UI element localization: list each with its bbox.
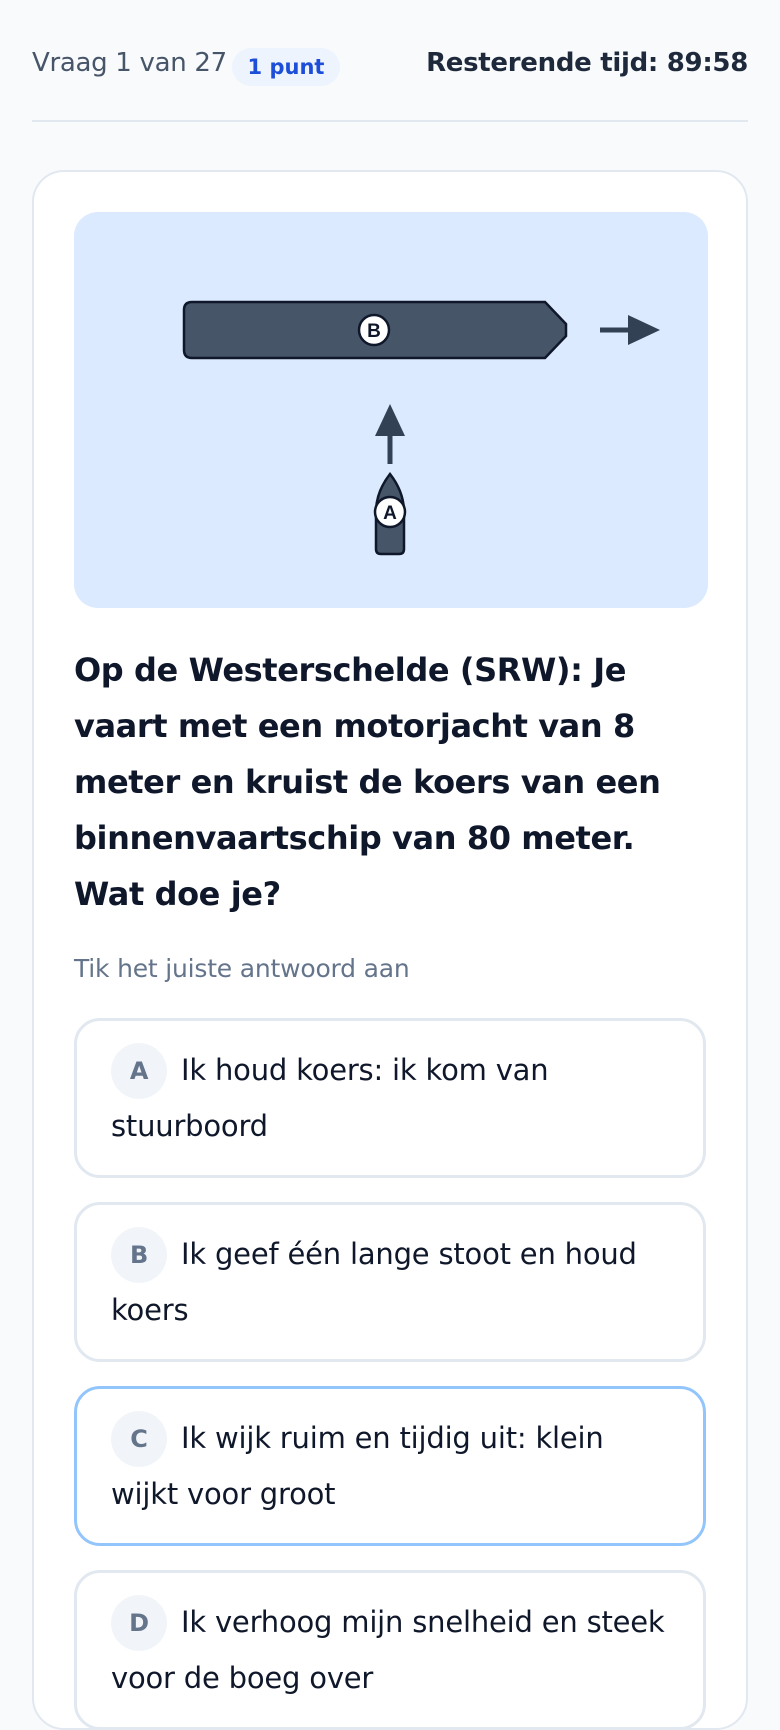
arrow-right-icon: [600, 315, 660, 345]
ship-a-label: A: [383, 503, 397, 524]
answer-hint: Tik het juiste antwoord aan: [74, 954, 410, 983]
answer-option-b[interactable]: B Ik geef één lange stoot en houd koers: [74, 1202, 706, 1362]
answer-option-c[interactable]: C Ik wijk ruim en tijdig uit: klein wijkt…: [74, 1386, 706, 1546]
option-letter: B: [111, 1227, 167, 1283]
question-text: Op de Westerschelde (SRW): Je vaart met …: [74, 651, 661, 913]
option-text: Ik houd koers: ik kom van stuurboord: [111, 1053, 549, 1143]
option-text: Ik verhoog mijn snelheid en steek voor d…: [111, 1605, 665, 1695]
situation-illustration: B A: [74, 212, 708, 608]
question-card: B A Op de Westerschelde (SRW): Je vaart …: [32, 170, 748, 1730]
option-letter: A: [111, 1043, 167, 1099]
quiz-header: Vraag 1 van 27 1 punt Resterende tijd: 8…: [32, 0, 748, 122]
situation-diagram: B A: [182, 300, 660, 556]
option-letter: C: [111, 1411, 167, 1467]
question-counter: Vraag 1 van 27: [32, 48, 227, 78]
arrow-up-icon: [375, 404, 405, 464]
option-text: Ik wijk ruim en tijdig uit: klein wijkt …: [111, 1421, 604, 1511]
remaining-time: Resterende tijd: 89:58: [426, 48, 748, 78]
points-badge: 1 punt: [232, 48, 340, 86]
answer-option-a[interactable]: A Ik houd koers: ik kom van stuurboord: [74, 1018, 706, 1178]
option-text: Ik geef één lange stoot en houd koers: [111, 1237, 637, 1327]
answer-option-d[interactable]: D Ik verhoog mijn snelheid en steek voor …: [74, 1570, 706, 1730]
option-letter: D: [111, 1595, 167, 1651]
ship-b-label: B: [367, 321, 381, 342]
